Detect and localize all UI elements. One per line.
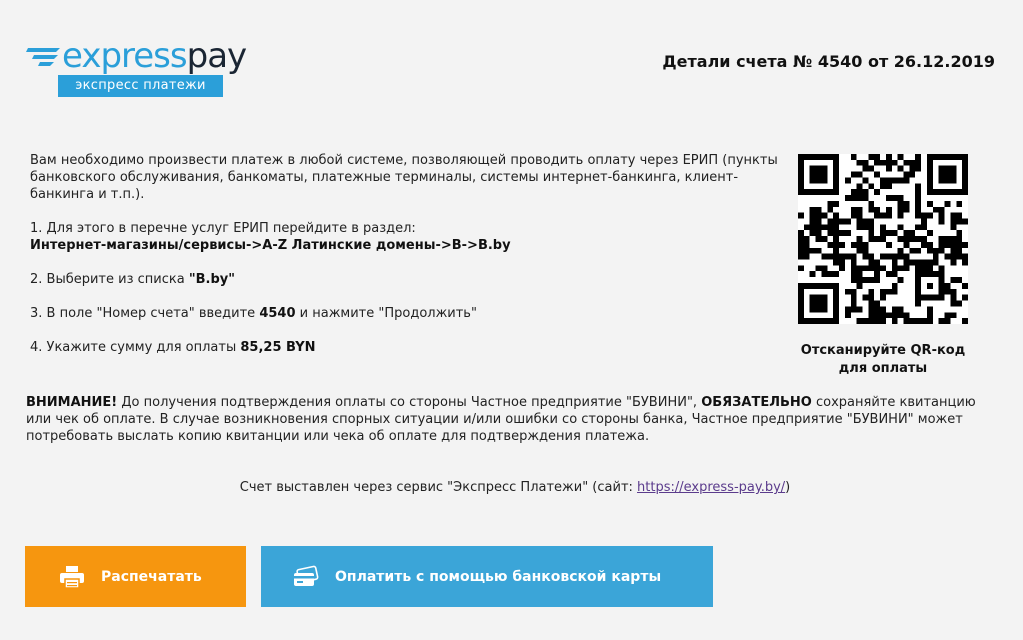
- step-4: 4. Укажите сумму для оплаты 85,25 BYN: [30, 339, 780, 356]
- step-3-value: 4540: [259, 306, 296, 321]
- step-4-text: 4. Укажите сумму для оплаты: [30, 340, 241, 355]
- payment-instructions: Вам необходимо произвести платеж в любой…: [30, 152, 780, 356]
- logo-word-express: express: [62, 36, 188, 76]
- step-1: 1. Для этого в перечне услуг ЕРИП перейд…: [30, 220, 780, 254]
- step-4-value: 85,25 BYN: [240, 340, 316, 355]
- warning-notice: ВНИМАНИЕ! До получения подтверждения опл…: [26, 394, 996, 445]
- service-note-text: Счет выставлен через сервис "Экспресс Пл…: [239, 480, 638, 495]
- logo-speed-lines-icon: [26, 48, 60, 66]
- step-2: 2. Выберите из списка "B.by": [30, 271, 780, 288]
- pay-by-card-button-label: Оплатить с помощью банковской карты: [335, 568, 662, 585]
- payment-qr-code: [798, 154, 968, 324]
- service-note: Счет выставлен через сервис "Экспресс Пл…: [0, 480, 1023, 495]
- warning-text-a: До получения подтверждения оплаты со сто…: [117, 395, 702, 410]
- step-2-value: "B.by": [188, 272, 236, 287]
- logo-tagline: экспресс платежи: [58, 75, 223, 97]
- print-button-label: Распечатать: [101, 568, 202, 585]
- print-button[interactable]: Распечатать: [25, 546, 246, 607]
- printer-icon: [60, 565, 84, 589]
- service-site-link[interactable]: https://express-pay.by/: [637, 480, 785, 495]
- instructions-intro: Вам необходимо произвести платеж в любой…: [30, 153, 778, 202]
- logo-wordmark: expresspay: [62, 36, 248, 76]
- logo-word-pay: pay: [186, 36, 248, 76]
- pay-by-card-button[interactable]: Оплатить с помощью банковской карты: [261, 546, 713, 607]
- warning-emphasis: ОБЯЗАТЕЛЬНО: [701, 395, 812, 410]
- step-3: 3. В поле "Номер счета" введите 4540 и н…: [30, 305, 780, 322]
- service-note-end: ): [785, 480, 791, 495]
- step-3-text-b: и нажмите "Продолжить": [295, 306, 477, 321]
- credit-card-icon: [294, 565, 319, 586]
- step-1-path: Интернет-магазины/сервисы->A-Z Латинские…: [30, 238, 511, 253]
- step-3-text-a: 3. В поле "Номер счета" введите: [30, 306, 260, 321]
- step-1-text: 1. Для этого в перечне услуг ЕРИП перейд…: [30, 221, 416, 236]
- warning-label: ВНИМАНИЕ!: [26, 395, 118, 410]
- page-title: Детали счета № 4540 от 26.12.2019: [662, 52, 995, 71]
- qr-caption: Отсканируйте QR-код для оплаты: [800, 343, 966, 376]
- step-2-text: 2. Выберите из списка: [30, 272, 189, 287]
- expresspay-logo: expresspay экспресс платежи: [26, 36, 248, 98]
